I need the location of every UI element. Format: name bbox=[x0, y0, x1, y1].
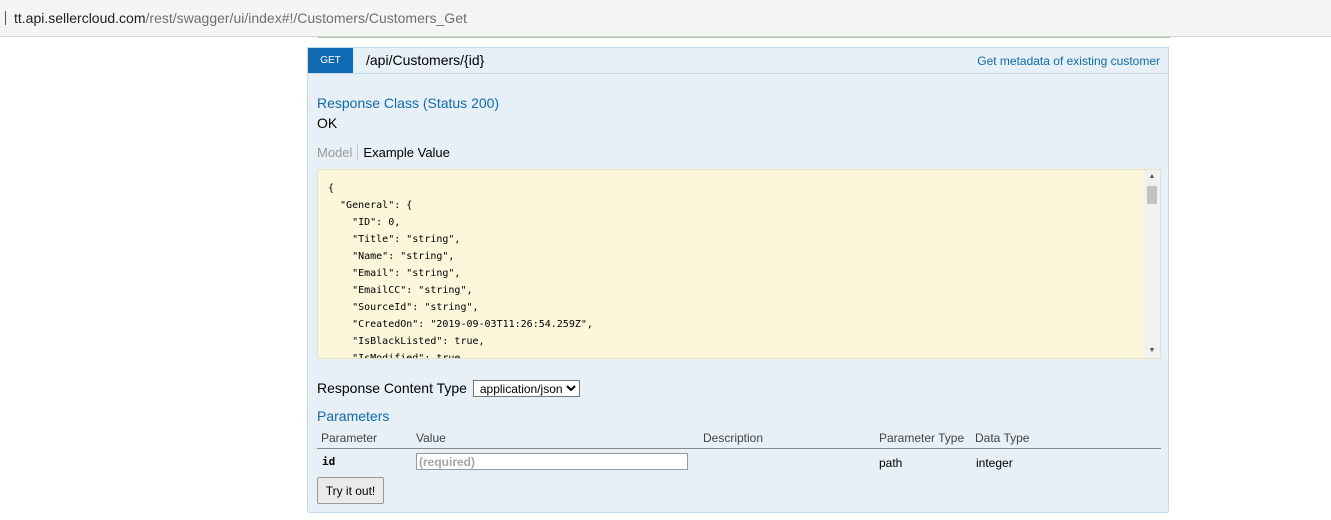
column-header-parameter-type: Parameter Type bbox=[879, 431, 965, 445]
operation-path-link[interactable]: /api/Customers/{id} bbox=[366, 52, 484, 68]
example-value-snippet[interactable]: { "General": { "ID": 0, "Title": "string… bbox=[317, 169, 1161, 359]
snippet-scrollbar[interactable]: ▲ ▼ bbox=[1144, 170, 1160, 358]
column-header-value: Value bbox=[416, 431, 446, 445]
id-value-input[interactable] bbox=[416, 453, 688, 470]
url-text[interactable]: tt.api.sellercloud.com/rest/swagger/ui/i… bbox=[14, 10, 467, 26]
address-bar[interactable]: tt.api.sellercloud.com/rest/swagger/ui/i… bbox=[0, 0, 1331, 37]
tab-example-value[interactable]: Example Value bbox=[358, 145, 449, 160]
operation-panel: GET /api/Customers/{id} Get metadata of … bbox=[307, 47, 1169, 513]
parameter-name: id bbox=[322, 455, 336, 468]
tab-model[interactable]: Model bbox=[317, 145, 359, 160]
url-path: /rest/swagger/ui/index#!/Customers/Custo… bbox=[145, 10, 467, 26]
signature-tabs: Model Example Value bbox=[317, 145, 450, 160]
scroll-up-arrow-icon[interactable]: ▲ bbox=[1144, 170, 1160, 184]
parameter-data-type: integer bbox=[976, 456, 1013, 470]
column-header-data-type: Data Type bbox=[975, 431, 1030, 445]
parameters-heading: Parameters bbox=[317, 408, 390, 424]
text-cursor bbox=[5, 11, 6, 25]
response-content-type-label: Response Content Type bbox=[317, 380, 467, 396]
example-json: { "General": { "ID": 0, "Title": "string… bbox=[328, 183, 593, 359]
response-content-type: Response Content Type application/json bbox=[317, 380, 580, 397]
parameter-type: path bbox=[879, 456, 903, 470]
response-status-text: OK bbox=[317, 115, 338, 131]
operation-summary-link[interactable]: Get metadata of existing customer bbox=[977, 54, 1160, 68]
url-host: tt.api.sellercloud.com bbox=[14, 10, 146, 26]
column-header-description: Description bbox=[703, 431, 764, 445]
scroll-down-arrow-icon[interactable]: ▼ bbox=[1144, 344, 1160, 358]
section-divider bbox=[318, 37, 1170, 38]
try-it-out-button[interactable]: Try it out! bbox=[317, 477, 384, 504]
operation-heading[interactable]: GET /api/Customers/{id} Get metadata of … bbox=[308, 48, 1168, 74]
http-method-badge[interactable]: GET bbox=[308, 48, 353, 73]
response-class-heading: Response Class (Status 200) bbox=[317, 95, 500, 111]
table-header-divider bbox=[317, 448, 1161, 449]
column-header-parameter: Parameter bbox=[321, 431, 378, 445]
response-content-type-select[interactable]: application/json bbox=[472, 380, 580, 397]
scroll-thumb[interactable] bbox=[1147, 186, 1157, 204]
